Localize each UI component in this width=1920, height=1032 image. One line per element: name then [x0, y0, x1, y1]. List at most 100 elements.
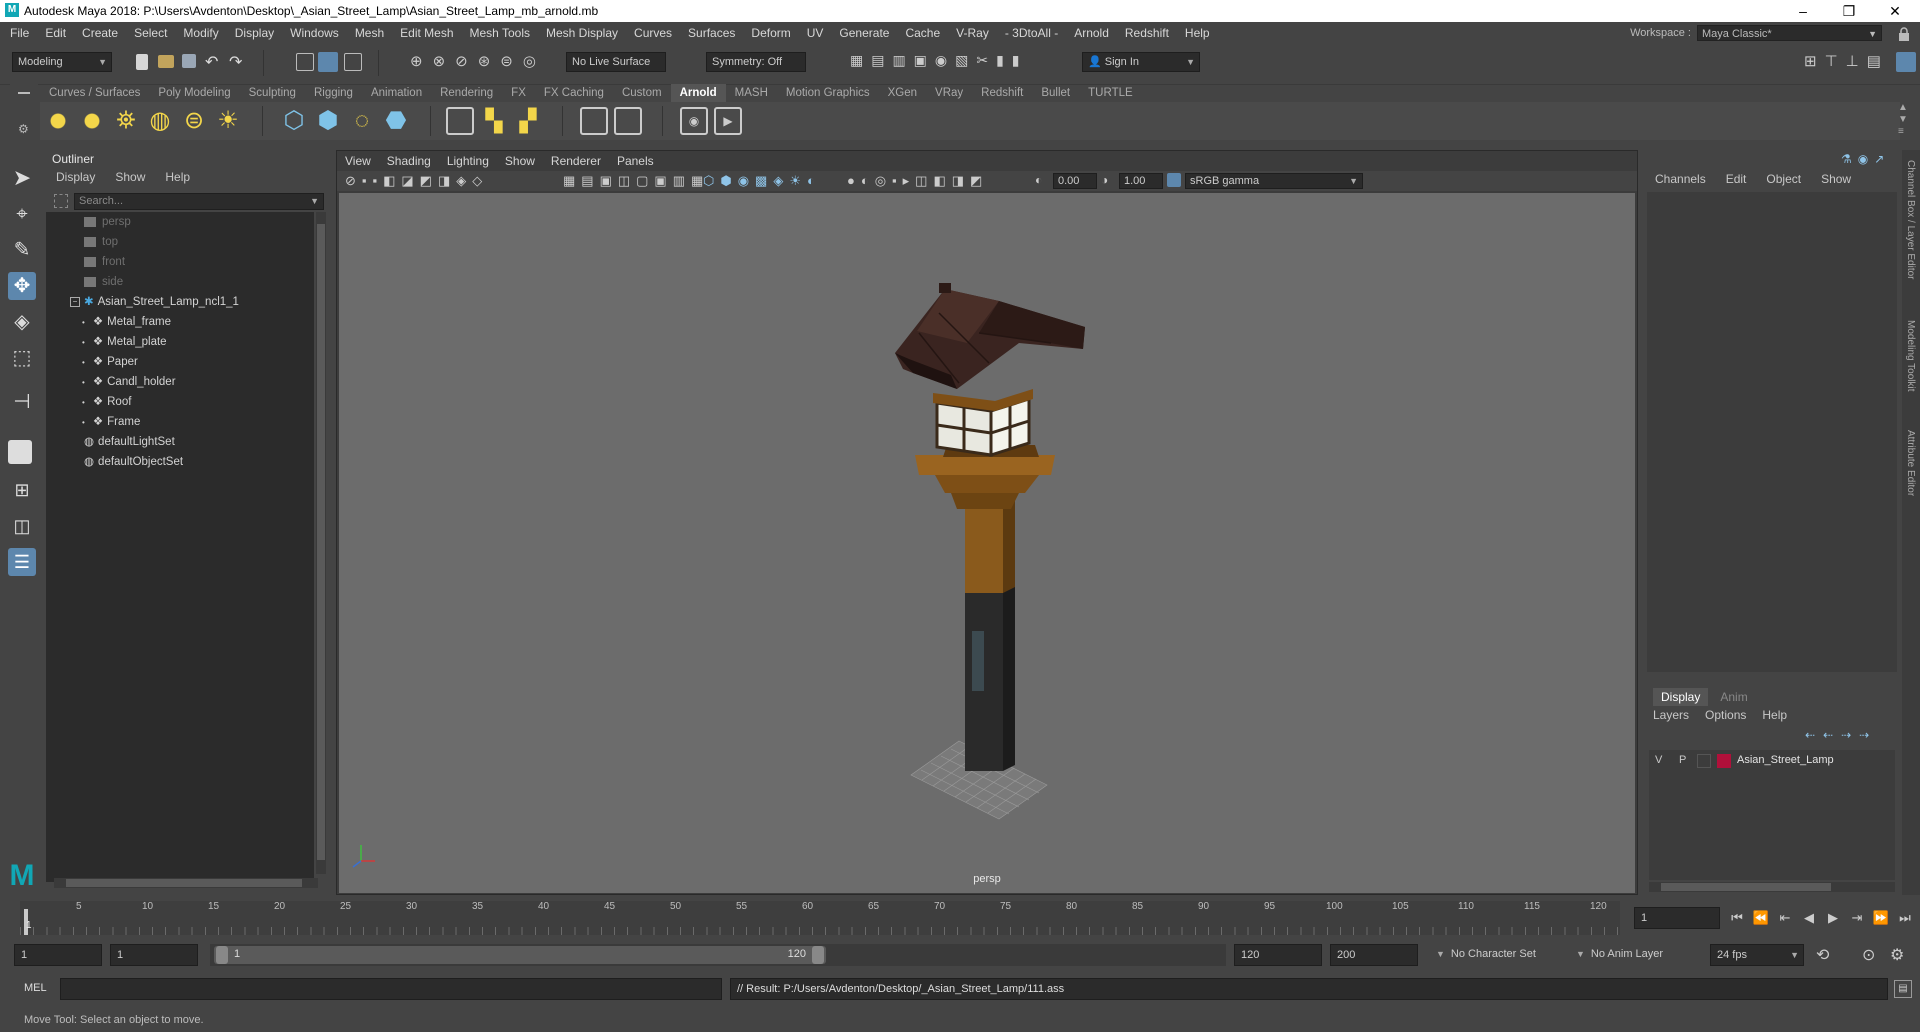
eye-icon[interactable]: ◉ — [680, 107, 708, 135]
go-to-start-icon[interactable]: ⏮ — [1728, 909, 1746, 927]
range-start-grip[interactable] — [216, 946, 228, 964]
layer-name[interactable]: Asian_Street_Lamp — [1737, 754, 1834, 766]
viewport-menu-panels[interactable]: Panels — [609, 151, 662, 171]
menu-arnold[interactable]: Arnold — [1066, 22, 1117, 44]
tab-arnold[interactable]: Arnold — [670, 84, 726, 102]
layer-row[interactable]: V P Asian_Street_Lamp — [1649, 752, 1895, 770]
menu-uv[interactable]: UV — [799, 22, 832, 44]
four-view-layout-icon[interactable]: ⊞ — [8, 476, 36, 504]
gamma-field[interactable]: 1.00 — [1119, 173, 1163, 189]
tab-poly-modeling[interactable]: Poly Modeling — [149, 84, 239, 102]
volume-icon[interactable]: ⬣ — [382, 107, 410, 135]
list-item[interactable]: side — [84, 272, 123, 292]
filter-icon[interactable] — [54, 194, 68, 208]
go-to-end-icon[interactable]: ⏭ — [1896, 909, 1914, 927]
skydome-light-icon[interactable]: ◍ — [146, 107, 174, 135]
tab-bullet[interactable]: Bullet — [1032, 84, 1079, 102]
preferences-icon[interactable]: ⚙ — [1890, 945, 1904, 965]
select-object-icon[interactable] — [318, 52, 338, 72]
last-tool-icon[interactable]: ⊣ — [8, 388, 36, 416]
script-language-button[interactable]: MEL — [24, 982, 47, 994]
channel-box-area[interactable] — [1647, 192, 1897, 672]
menu-file[interactable]: File — [2, 22, 37, 44]
menu-set-dropdown[interactable]: Modeling ▼ — [12, 52, 112, 72]
current-frame-field[interactable]: 1 — [1634, 907, 1720, 929]
snap-icons[interactable]: ⊕⊗⊘⊛⊜◎ — [410, 52, 546, 70]
layer-action-icons[interactable]: ⇠⇠⇢⇢ — [1805, 728, 1877, 742]
display-toggle-icons[interactable]: ●◐◎▪▸◫◧◨◩ — [847, 173, 988, 189]
playback-end-field[interactable]: 120 — [1234, 944, 1322, 966]
curve-collector-icon[interactable]: ◌ — [348, 107, 376, 135]
step-forward-frame-icon[interactable]: ⇥ — [1848, 909, 1866, 927]
layers-menu[interactable]: Layers — [1645, 706, 1697, 724]
undo-icon[interactable]: ↶ — [205, 52, 218, 72]
range-end-grip[interactable] — [812, 946, 824, 964]
select-hierarchy-icon[interactable] — [296, 53, 314, 71]
select-tool-icon[interactable]: ➤ — [8, 164, 36, 192]
play-backward-icon[interactable]: ◀ — [1800, 909, 1818, 927]
export-standin-icon[interactable]: ⬢ — [314, 107, 342, 135]
step-back-key-icon[interactable]: ⏪ — [1752, 909, 1770, 927]
menu-vray[interactable]: V-Ray — [948, 22, 997, 44]
options-menu[interactable]: Options — [1697, 706, 1754, 724]
step-back-frame-icon[interactable]: ⇤ — [1776, 909, 1794, 927]
channel-box-toggle-icon[interactable] — [1896, 52, 1916, 72]
step-forward-key-icon[interactable]: ⏩ — [1872, 909, 1890, 927]
channels-menu[interactable]: Channels — [1645, 170, 1716, 188]
list-item[interactable]: • ❖ Metal_plate — [82, 332, 167, 352]
minimize-button[interactable]: – — [1780, 0, 1826, 22]
list-item[interactable]: • ❖ Candl_holder — [82, 372, 176, 392]
animation-start-field[interactable]: 1 — [14, 944, 102, 966]
tab-display[interactable]: Display — [1653, 688, 1709, 706]
new-scene-icon[interactable] — [136, 54, 148, 70]
outliner-menu-help[interactable]: Help — [155, 168, 200, 186]
outliner-layout-icon[interactable]: ☰ — [8, 548, 36, 576]
viewport-menu-show[interactable]: Show — [497, 151, 543, 171]
rotate-tool-icon[interactable]: ◈ — [8, 308, 36, 336]
tab-vray[interactable]: VRay — [926, 84, 972, 102]
tab-xgen[interactable]: XGen — [879, 84, 926, 102]
tab-sculpting[interactable]: Sculpting — [240, 84, 305, 102]
redo-icon[interactable]: ↷ — [229, 52, 242, 72]
texture-icon[interactable]: ▚ — [480, 107, 508, 135]
collapse-icon[interactable]: − — [70, 296, 80, 307]
list-item[interactable]: front — [84, 252, 125, 272]
menu-select[interactable]: Select — [126, 22, 175, 44]
maximize-button[interactable]: ❐ — [1826, 0, 1872, 22]
tab-rendering[interactable]: Rendering — [431, 84, 502, 102]
menu-mesh[interactable]: Mesh — [347, 22, 392, 44]
flush-caches-icon[interactable] — [580, 107, 608, 135]
playback-toggle[interactable]: P — [1679, 754, 1686, 766]
tab-curves-surfaces[interactable]: Curves / Surfaces — [40, 84, 149, 102]
loop-icon[interactable]: ⟲ — [1816, 945, 1829, 965]
tab-mash[interactable]: MASH — [726, 84, 777, 102]
list-item[interactable]: ◍ defaultObjectSet — [84, 452, 183, 472]
menu-curves[interactable]: Curves — [626, 22, 680, 44]
menu-generate[interactable]: Generate — [831, 22, 897, 44]
horizontal-scrollbar[interactable] — [54, 878, 318, 888]
workspace-dropdown[interactable]: Maya Classic* ▼ — [1697, 25, 1882, 41]
object-menu[interactable]: Object — [1756, 170, 1811, 188]
tab-turtle[interactable]: TURTLE — [1079, 84, 1142, 102]
viewport-menu-shading[interactable]: Shading — [379, 151, 439, 171]
list-item[interactable]: ◍ defaultLightSet — [84, 432, 175, 452]
menu-help[interactable]: Help — [1177, 22, 1218, 44]
menu-mesh-display[interactable]: Mesh Display — [538, 22, 626, 44]
tab-animation[interactable]: Animation — [362, 84, 431, 102]
tab-fx-caching[interactable]: FX Caching — [535, 84, 613, 102]
light-portal-icon[interactable]: ⊜ — [180, 107, 208, 135]
playback-start-field[interactable]: 1 — [110, 944, 198, 966]
tab-attribute-editor[interactable]: Attribute Editor — [1905, 430, 1916, 496]
gear-icon[interactable]: ⚙ — [18, 122, 29, 136]
outliner-menu-show[interactable]: Show — [105, 168, 155, 186]
viewport-menu-view[interactable]: View — [337, 151, 379, 171]
viewport-menu-renderer[interactable]: Renderer — [543, 151, 609, 171]
scale-tool-icon[interactable]: ⬚ — [8, 344, 36, 372]
tab-anim[interactable]: Anim — [1712, 688, 1755, 706]
script-editor-icon[interactable]: ▤ — [1894, 980, 1912, 998]
command-input[interactable] — [60, 978, 722, 1000]
menu-deform[interactable]: Deform — [743, 22, 798, 44]
standin-icon[interactable]: ⬡ — [280, 107, 308, 135]
live-surface-field[interactable]: No Live Surface — [566, 52, 666, 72]
two-view-layout-icon[interactable]: ◫ — [8, 512, 36, 540]
